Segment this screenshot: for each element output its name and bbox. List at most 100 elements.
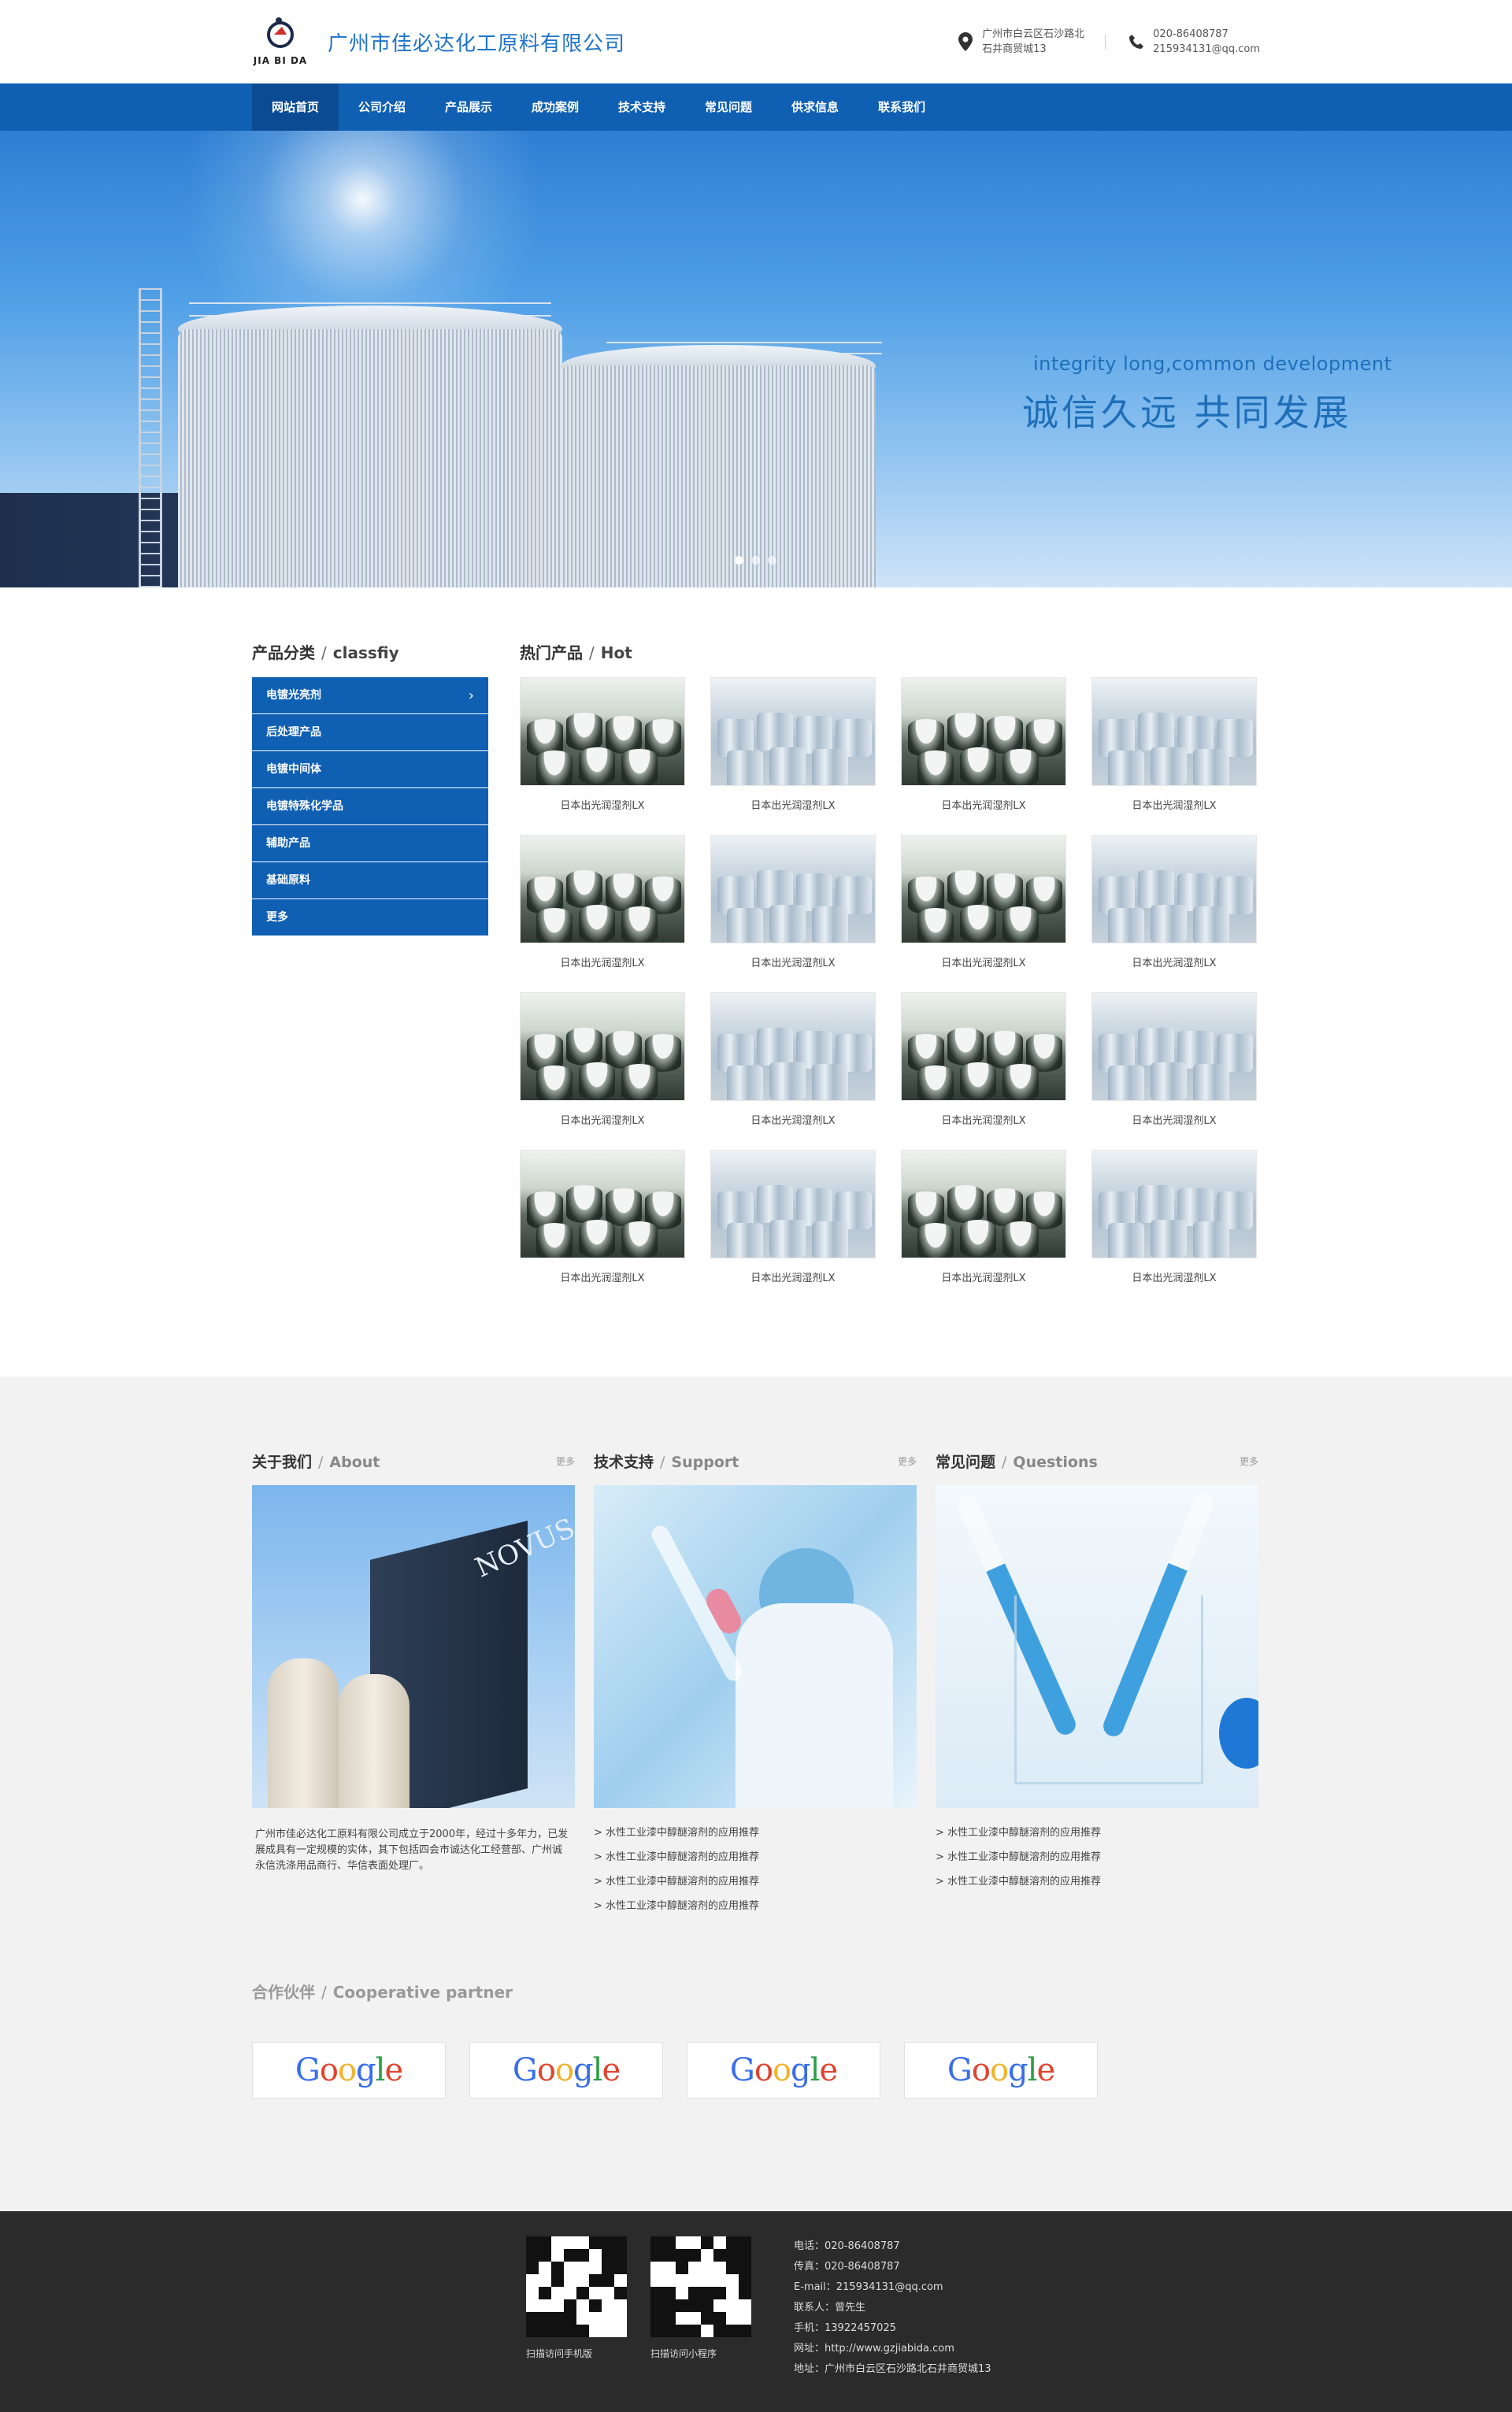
product-image[interactable]: [520, 992, 685, 1101]
product-grid: 日本出光润湿剂LX 日本出光润湿剂LX 日本出光润湿剂LX 日本出光润湿剂LX 日本出光…: [520, 677, 1260, 1307]
banner-dot[interactable]: [768, 556, 776, 565]
product-name[interactable]: 日本出光润湿剂LX: [520, 1112, 685, 1127]
product-image[interactable]: [710, 992, 876, 1101]
product-name[interactable]: 日本出光润湿剂LX: [710, 797, 876, 812]
company-logo[interactable]: JIA BI DA: [252, 13, 309, 72]
partner-logo[interactable]: Google: [469, 2042, 663, 2099]
product-image[interactable]: [901, 992, 1066, 1101]
nav-item-about[interactable]: 公司介绍: [339, 83, 425, 131]
product-card[interactable]: 日本出光润湿剂LX: [520, 835, 685, 992]
questions-image[interactable]: [936, 1485, 1258, 1808]
product-card[interactable]: 日本出光润湿剂LX: [710, 992, 876, 1150]
banner-dot[interactable]: [735, 556, 743, 565]
product-card[interactable]: 日本出光润湿剂LX: [710, 1150, 876, 1307]
product-image[interactable]: [520, 835, 685, 943]
question-item[interactable]: > 水性工业漆中醇醚溶剂的应用推荐: [936, 1827, 1258, 1851]
partner-logo[interactable]: Google: [904, 2042, 1098, 2099]
category-item[interactable]: 电镀光亮剂 ›: [252, 677, 488, 714]
product-image[interactable]: [901, 1150, 1066, 1258]
product-name[interactable]: 日本出光润湿剂LX: [710, 954, 876, 969]
product-card[interactable]: 日本出光润湿剂LX: [520, 1150, 685, 1307]
footer-website[interactable]: 网址：http://www.gzjiabida.com: [794, 2339, 991, 2359]
product-card[interactable]: 日本出光润湿剂LX: [901, 677, 1066, 835]
product-card[interactable]: 日本出光润湿剂LX: [520, 992, 685, 1150]
category-item[interactable]: 辅助产品: [252, 825, 488, 862]
product-card[interactable]: 日本出光润湿剂LX: [901, 835, 1066, 992]
product-card[interactable]: 日本出光润湿剂LX: [901, 1150, 1066, 1307]
nav-item-faq[interactable]: 常见问题: [685, 83, 772, 131]
product-name[interactable]: 日本出光润湿剂LX: [1091, 797, 1257, 812]
footer-mobile: 手机：13922457025: [794, 2322, 896, 2334]
about-column: 关于我们 / About 更多 NOVUS 广州市佳必达化工原料有限公司成立于200…: [252, 1443, 575, 1925]
qr-code-icon[interactable]: [650, 2236, 751, 2337]
product-card[interactable]: 日本出光润湿剂LX: [1091, 1150, 1257, 1307]
banner-dot[interactable]: [751, 556, 760, 565]
product-image[interactable]: [710, 677, 876, 786]
support-more-link[interactable]: 更多: [898, 1454, 917, 1468]
nav-item-support[interactable]: 技术支持: [598, 83, 685, 131]
product-name[interactable]: 日本出光润湿剂LX: [901, 1112, 1066, 1127]
category-item[interactable]: 基础原料: [252, 862, 488, 899]
nav-item-home[interactable]: 网站首页: [252, 83, 339, 131]
support-item[interactable]: > 水性工业漆中醇醚溶剂的应用推荐: [594, 1851, 917, 1876]
product-card[interactable]: 日本出光润湿剂LX: [710, 677, 876, 835]
category-item[interactable]: 后处理产品: [252, 714, 488, 751]
nav-item-cases[interactable]: 成功案例: [512, 83, 598, 131]
product-card[interactable]: 日本出光润湿剂LX: [710, 835, 876, 992]
partner-logo-text: Google: [512, 2052, 621, 2088]
nav-item-contact[interactable]: 联系我们: [858, 83, 945, 131]
product-name[interactable]: 日本出光润湿剂LX: [520, 797, 685, 812]
product-name[interactable]: 日本出光润湿剂LX: [1091, 1269, 1257, 1284]
questions-more-link[interactable]: 更多: [1240, 1454, 1258, 1468]
product-name[interactable]: 日本出光润湿剂LX: [710, 1112, 876, 1127]
about-image[interactable]: NOVUS: [252, 1485, 575, 1808]
product-name[interactable]: 日本出光润湿剂LX: [901, 797, 1066, 812]
product-name[interactable]: 日本出光润湿剂LX: [520, 954, 685, 969]
support-image[interactable]: [594, 1485, 917, 1808]
product-card[interactable]: 日本出光润湿剂LX: [1091, 677, 1257, 835]
support-item[interactable]: > 水性工业漆中醇醚溶剂的应用推荐: [594, 1827, 917, 1851]
product-image[interactable]: [901, 835, 1066, 943]
about-more-link[interactable]: 更多: [556, 1454, 575, 1468]
banner-ladder: [139, 288, 162, 587]
product-name[interactable]: 日本出光润湿剂LX: [901, 1269, 1066, 1284]
product-image[interactable]: [520, 1150, 685, 1258]
product-card[interactable]: 日本出光润湿剂LX: [1091, 835, 1257, 992]
nav-item-supply[interactable]: 供求信息: [772, 83, 858, 131]
partner-logo-text: Google: [729, 2052, 838, 2088]
support-item[interactable]: > 水性工业漆中醇醚溶剂的应用推荐: [594, 1900, 917, 1925]
product-name[interactable]: 日本出光润湿剂LX: [901, 954, 1066, 969]
product-image[interactable]: [710, 1150, 876, 1258]
hero-banner[interactable]: integrity long,common development 诚信久远 共…: [0, 131, 1512, 587]
category-item-more[interactable]: 更多: [252, 899, 488, 936]
product-image[interactable]: [1091, 1150, 1257, 1258]
nav-item-products[interactable]: 产品展示: [425, 83, 512, 131]
address-line-1: 广州市白云区石沙路北: [982, 28, 1085, 40]
header-phone[interactable]: 020-86408787: [1153, 27, 1260, 42]
partner-logo[interactable]: Google: [687, 2042, 880, 2099]
product-image[interactable]: [710, 835, 876, 943]
product-name[interactable]: 日本出光润湿剂LX: [1091, 1112, 1257, 1127]
category-item[interactable]: 电镀中间体: [252, 751, 488, 788]
partner-logo[interactable]: Google: [252, 2042, 446, 2099]
product-image[interactable]: [1091, 835, 1257, 943]
question-item[interactable]: > 水性工业漆中醇醚溶剂的应用推荐: [936, 1851, 1258, 1876]
product-image[interactable]: [1091, 992, 1257, 1101]
product-card[interactable]: 日本出光润湿剂LX: [1091, 992, 1257, 1150]
product-name[interactable]: 日本出光润湿剂LX: [1091, 954, 1257, 969]
product-image[interactable]: [901, 677, 1066, 786]
product-card[interactable]: 日本出光润湿剂LX: [901, 992, 1066, 1150]
category-item[interactable]: 电镀特殊化学品: [252, 788, 488, 825]
question-item[interactable]: > 水性工业漆中醇醚溶剂的应用推荐: [936, 1876, 1258, 1900]
product-image[interactable]: [520, 677, 685, 786]
qr-miniprogram: 扫描访问小程序: [650, 2236, 753, 2380]
header-contact: 广州市白云区石沙路北 石井商贸城13 020-86408787 21593413…: [955, 18, 1260, 65]
product-image[interactable]: [1091, 677, 1257, 786]
product-name[interactable]: 日本出光润湿剂LX: [710, 1269, 876, 1284]
header-email[interactable]: 215934131@qq.com: [1153, 42, 1260, 57]
footer-email[interactable]: E-mail：215934131@qq.com: [794, 2277, 991, 2298]
product-name[interactable]: 日本出光润湿剂LX: [520, 1269, 685, 1284]
support-item[interactable]: > 水性工业漆中醇醚溶剂的应用推荐: [594, 1876, 917, 1900]
qr-code-icon[interactable]: [526, 2236, 627, 2337]
product-card[interactable]: 日本出光润湿剂LX: [520, 677, 685, 835]
